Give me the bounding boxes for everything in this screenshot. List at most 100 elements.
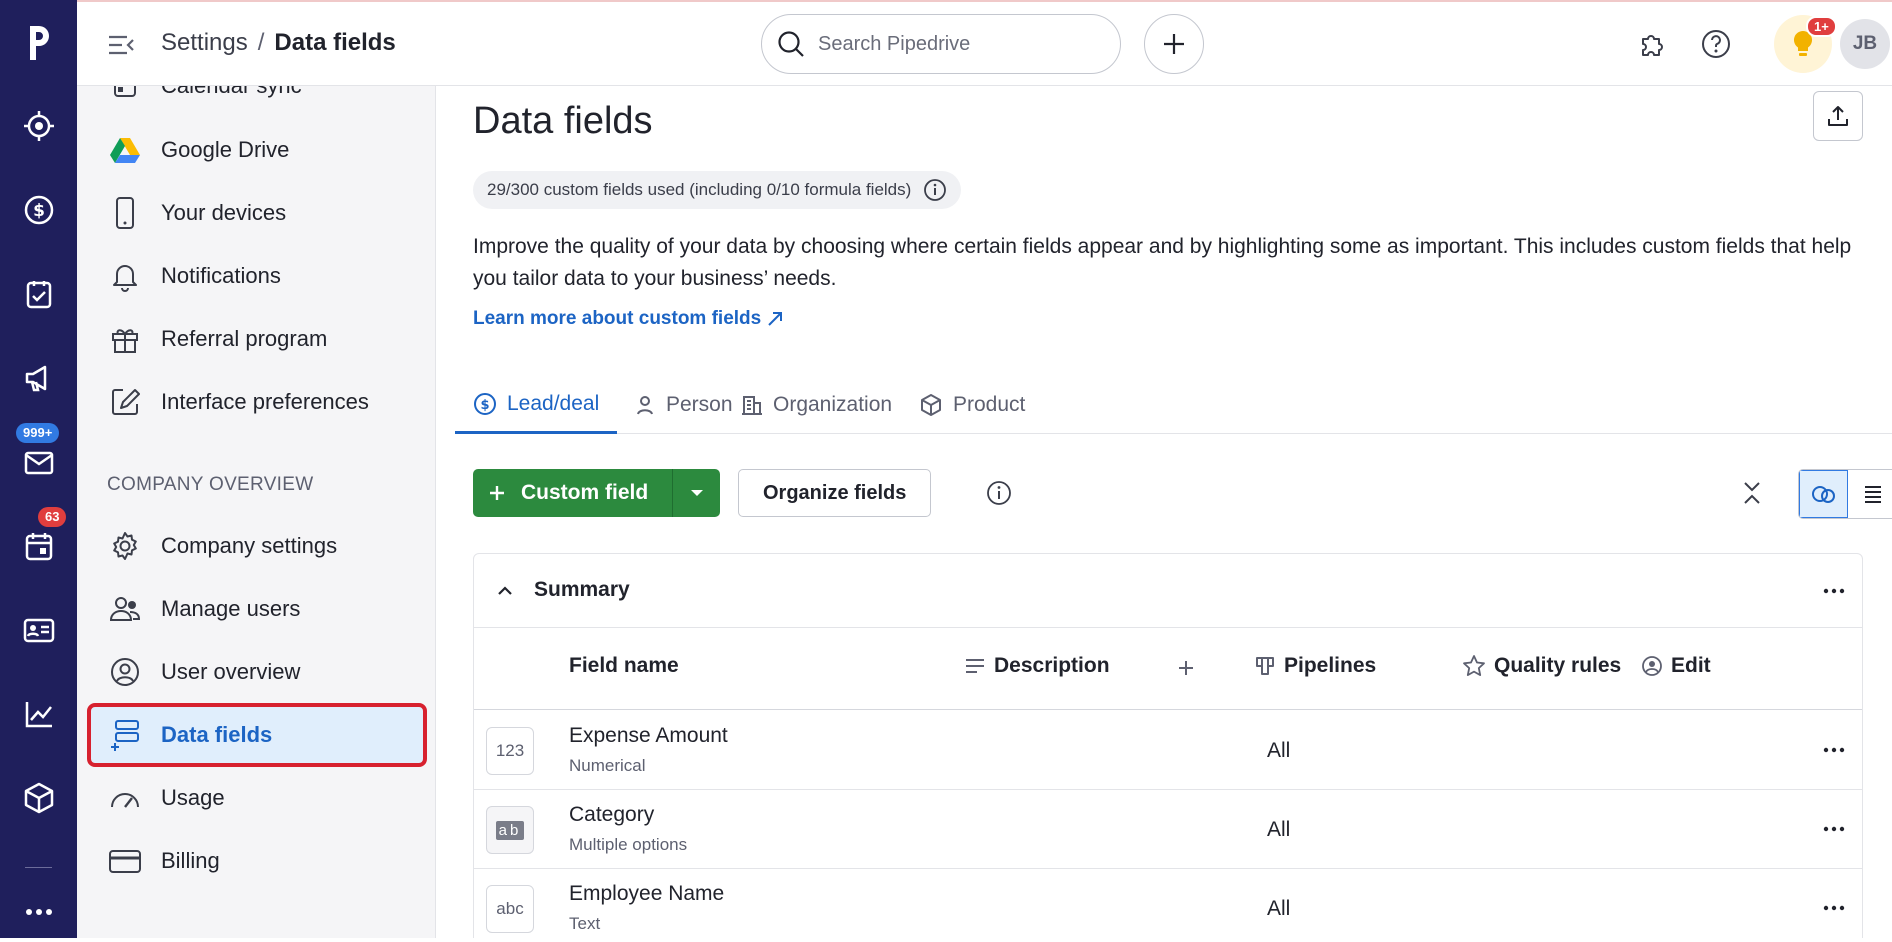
field-type: Numerical — [569, 756, 646, 775]
plus-icon — [1179, 661, 1193, 675]
collapse-menu-icon[interactable] — [107, 31, 135, 59]
pipedrive-logo[interactable] — [0, 12, 77, 72]
campaigns-icon[interactable] — [0, 348, 77, 408]
section-company-overview: COMPANY OVERVIEW — [107, 474, 314, 495]
field-name: Category — [569, 803, 655, 826]
info-icon[interactable] — [985, 479, 1013, 507]
sidebar-item-label: User overview — [161, 659, 301, 684]
table-row[interactable]: abc Employee Name Text All — [474, 869, 1862, 938]
star-icon — [1463, 655, 1485, 676]
breadcrumb-settings[interactable]: Settings — [161, 29, 248, 57]
chevron-up-icon[interactable] — [492, 578, 518, 604]
grouped-view-icon[interactable] — [1799, 470, 1848, 518]
tab-label: Organization — [773, 393, 893, 416]
tab-organization[interactable]: Organization — [723, 376, 910, 434]
row-more-options-icon[interactable] — [1820, 736, 1848, 764]
table-row[interactable]: ab Category Multiple options All — [474, 790, 1862, 869]
calendar-badge: 63 — [38, 507, 67, 527]
custom-field-button-group: Custom field — [473, 469, 721, 517]
help-icon[interactable] — [1698, 26, 1734, 62]
quick-add-button[interactable] — [1144, 14, 1204, 74]
calendar-icon[interactable] — [0, 516, 77, 576]
table-row[interactable]: 123 Expense Amount Numerical All — [474, 711, 1862, 790]
breadcrumb: Settings / Data fields — [161, 29, 396, 57]
entity-tabs: $ Lead/deal Person Organization Product — [455, 376, 1892, 434]
breadcrumb-current: Data fields — [274, 29, 396, 56]
more-options-icon[interactable] — [1820, 577, 1848, 605]
usage-text: 29/300 custom fields used (including 0/1… — [487, 180, 912, 199]
collapse-all-icon[interactable] — [1738, 479, 1766, 507]
column-label: Edit — [1671, 654, 1711, 677]
column-description: Description — [964, 654, 1110, 678]
sidebar-item-label: Referral program — [161, 326, 328, 351]
text-lines-icon — [966, 659, 984, 673]
row-more-options-icon[interactable] — [1820, 815, 1848, 843]
field-name: Expense Amount — [569, 724, 728, 747]
custom-field-label: Custom field — [521, 481, 649, 504]
tips-bulb-button[interactable]: 1+ — [1774, 15, 1837, 73]
sidebar-item-user-overview[interactable]: User overview — [91, 644, 423, 700]
sidebar-item-label: Usage — [161, 785, 225, 810]
paint-icon — [107, 384, 143, 420]
sidebar-item-google-drive[interactable]: Google Drive — [91, 122, 423, 178]
search-box[interactable] — [761, 14, 1121, 74]
organize-fields-button[interactable]: Organize fields — [738, 469, 932, 517]
activities-icon[interactable] — [0, 264, 77, 324]
add-custom-field-button[interactable]: Custom field — [473, 469, 672, 517]
summary-header: Summary — [474, 554, 1862, 628]
field-pipelines: All — [1267, 818, 1291, 841]
tips-badge: 1+ — [1806, 16, 1837, 37]
person-icon — [637, 396, 653, 415]
sidebar-item-billing[interactable]: Billing — [91, 833, 423, 889]
column-pipelines: Pipelines — [1254, 654, 1376, 678]
avatar[interactable]: JB — [1840, 19, 1890, 69]
sidebar-item-data-fields[interactable]: Data fields — [87, 703, 427, 767]
page-description: Improve the quality of your data by choo… — [473, 235, 1852, 290]
sidebar-item-your-devices[interactable]: Your devices — [91, 185, 423, 241]
search-icon — [776, 29, 806, 59]
sidebar-item-notifications[interactable]: Notifications — [91, 248, 423, 304]
deals-icon[interactable]: $ — [0, 180, 77, 240]
contacts-icon[interactable] — [0, 600, 77, 660]
tab-lead-deal[interactable]: $ Lead/deal — [455, 376, 618, 434]
column-field-name: Field name — [569, 654, 679, 678]
sidebar-item-label: Billing — [161, 848, 220, 873]
info-icon[interactable] — [923, 178, 947, 202]
user-circle-icon — [1642, 656, 1662, 676]
tab-product[interactable]: Product — [901, 376, 1043, 434]
leads-icon[interactable] — [0, 96, 77, 156]
pipeline-icon — [1256, 657, 1274, 675]
list-view-icon[interactable] — [1848, 470, 1892, 518]
credit-card-icon — [107, 843, 143, 879]
products-icon[interactable] — [0, 768, 77, 828]
sidebar-item-usage[interactable]: Usage — [91, 770, 423, 826]
settings-sidebar: Calendar sync Google Drive Your devices … — [77, 86, 436, 938]
breadcrumb-separator: / — [257, 29, 265, 56]
more-icon[interactable] — [0, 882, 77, 942]
fields-toolbar: Custom field Organize fields — [473, 469, 1892, 519]
svg-text:$: $ — [480, 398, 489, 413]
sidebar-item-manage-users[interactable]: Manage users — [91, 581, 423, 637]
marketplace-puzzle-icon[interactable] — [1635, 26, 1671, 62]
custom-field-dropdown-button[interactable] — [672, 469, 720, 517]
add-column-button[interactable] — [1176, 658, 1196, 678]
row-more-options-icon[interactable] — [1820, 894, 1848, 922]
sidebar-item-company-settings[interactable]: Company settings — [91, 518, 423, 574]
insights-icon[interactable] — [0, 684, 77, 744]
plus-icon — [490, 486, 504, 500]
view-toggle — [1798, 469, 1892, 519]
column-label: Description — [994, 654, 1110, 677]
google-drive-icon — [107, 132, 143, 168]
sidebar-item-referral-program[interactable]: Referral program — [91, 311, 423, 367]
learn-more-link[interactable]: Learn more about custom fields — [473, 308, 785, 330]
box-icon — [921, 394, 941, 416]
caret-down-icon — [690, 490, 703, 496]
tab-label: Lead/deal — [507, 391, 600, 415]
users-icon — [107, 591, 143, 627]
numeric-field-icon: 123 — [486, 727, 534, 775]
sidebar-item-interface-preferences[interactable]: Interface preferences — [91, 374, 423, 430]
search-input[interactable] — [818, 32, 1078, 56]
svg-text:$: $ — [33, 201, 45, 221]
sidebar-item-calendar-sync[interactable]: Calendar sync — [91, 86, 423, 114]
export-button[interactable] — [1813, 91, 1863, 141]
